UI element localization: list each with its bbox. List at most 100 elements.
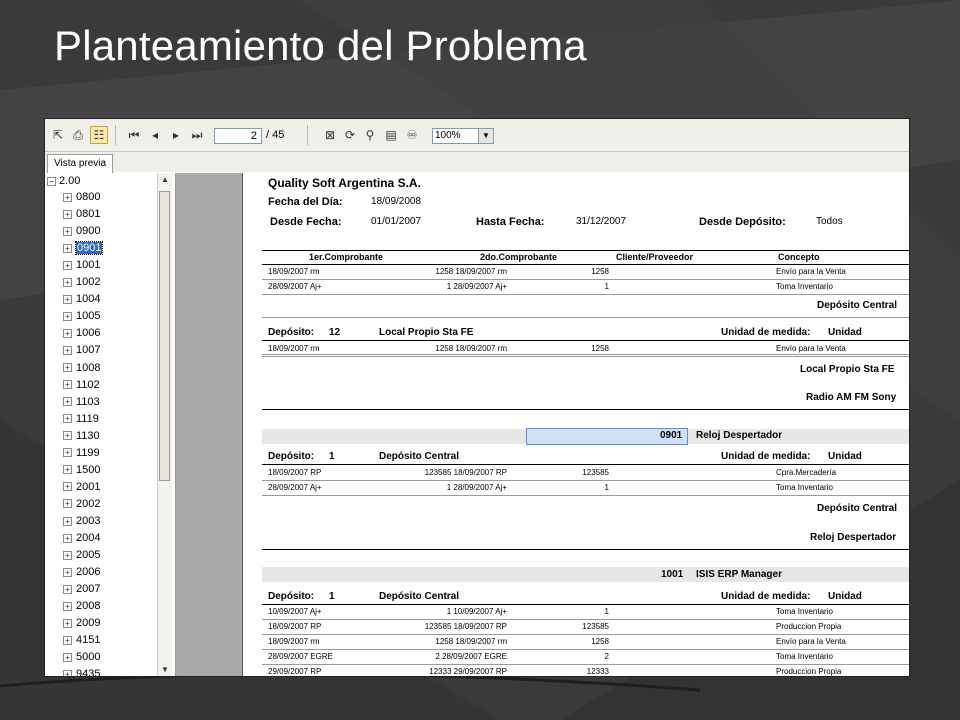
expand-icon[interactable]: +	[63, 448, 72, 458]
col-header-3: Cliente/Proveedor	[616, 252, 694, 262]
expand-icon[interactable]: +	[63, 499, 72, 509]
expand-icon[interactable]: +	[63, 414, 72, 424]
tree-item[interactable]: +1102	[63, 377, 100, 394]
zoom-select[interactable]: 100% ▼	[432, 128, 494, 144]
tree-item[interactable]: +1004	[63, 291, 100, 308]
tree-item[interactable]: +1007	[63, 342, 100, 359]
tree-item[interactable]: +2001	[63, 479, 100, 496]
expand-icon[interactable]: +	[63, 380, 72, 390]
expand-icon[interactable]: +	[63, 652, 72, 662]
expand-icon[interactable]: +	[63, 635, 72, 645]
row-cell: Envío para la Venta	[776, 344, 846, 353]
row-cell: Cpra.Mercadería	[776, 468, 837, 477]
expand-icon[interactable]: +	[63, 669, 72, 676]
tree-item[interactable]: +9435	[63, 666, 100, 676]
block4-um-label: Unidad de medida:	[721, 591, 811, 602]
group-tree-icon[interactable]: ☷	[90, 126, 108, 144]
row-cell: Produccion Propia	[776, 622, 842, 631]
tree-item[interactable]: +1500	[63, 462, 100, 479]
find-text-icon[interactable]: ▤	[382, 126, 400, 144]
scroll-thumb[interactable]	[159, 191, 170, 481]
scroll-down-icon[interactable]: ▼	[161, 665, 169, 674]
tree-root[interactable]: −2.00	[47, 175, 80, 187]
expand-icon[interactable]: +	[63, 311, 72, 321]
tree-scrollbar[interactable]: ▲ ▼	[157, 173, 172, 676]
tree-item[interactable]: +2007	[63, 581, 100, 598]
col-header-1: 1er.Comprobante	[309, 252, 384, 262]
expand-icon[interactable]: +	[63, 618, 72, 628]
row-cell: 18/09/2007 rm	[268, 267, 320, 276]
expand-icon[interactable]: +	[63, 482, 72, 492]
print-icon[interactable]: ⎙	[69, 126, 87, 144]
expand-icon[interactable]: +	[63, 243, 72, 253]
tree-item[interactable]: +1199	[63, 445, 100, 462]
row-cell: 1 10/09/2007 Aj+	[446, 607, 507, 616]
tree-item[interactable]: +0800	[63, 189, 100, 206]
tree-item[interactable]: +0900	[63, 223, 100, 240]
tree-item[interactable]: +5000	[63, 649, 100, 666]
tree-item[interactable]: +0901	[63, 240, 104, 257]
row-rule	[262, 664, 909, 665]
prev-page-icon[interactable]: ◂	[146, 126, 164, 144]
export-icon[interactable]: ⇱	[49, 126, 67, 144]
tree-item[interactable]: +1002	[63, 274, 100, 291]
close-report-icon[interactable]: ⊠	[321, 126, 339, 144]
expand-icon[interactable]: +	[63, 209, 72, 219]
expand-icon[interactable]: +	[63, 363, 72, 373]
expand-icon[interactable]: +	[63, 516, 72, 526]
expand-icon[interactable]: +	[63, 192, 72, 202]
expand-icon[interactable]: +	[63, 397, 72, 407]
hasta-label: Hasta Fecha:	[476, 216, 545, 228]
row-cell: Toma Inventario	[776, 652, 833, 661]
page-total: / 45	[266, 129, 285, 141]
tree-item[interactable]: +1008	[63, 360, 100, 377]
scroll-up-icon[interactable]: ▲	[161, 175, 169, 184]
expand-icon[interactable]: +	[63, 584, 72, 594]
expand-icon[interactable]: +	[63, 465, 72, 475]
block3-um-label: Unidad de medida:	[721, 451, 811, 462]
row-cell: 28/09/2007 EGRE	[268, 652, 333, 661]
tree-item[interactable]: +2009	[63, 615, 100, 632]
row-cell: 2 28/09/2007 EGRE	[435, 652, 507, 661]
tree-item[interactable]: +2004	[63, 530, 100, 547]
tree-item[interactable]: +2002	[63, 496, 100, 513]
expand-icon[interactable]: +	[63, 346, 72, 356]
tab-vista-previa[interactable]: Vista previa	[47, 154, 114, 173]
tree-item[interactable]: +4151	[63, 632, 100, 649]
tree-item[interactable]: +1130	[63, 428, 100, 445]
binoculars-icon[interactable]: ♾	[403, 126, 421, 144]
block4-dep-label: Depósito:	[268, 591, 315, 602]
next-page-icon[interactable]: ▸	[167, 126, 185, 144]
zoom-value: 100%	[435, 130, 461, 141]
tree-item[interactable]: +1119	[63, 411, 99, 428]
tree-item[interactable]: +1103	[63, 394, 100, 411]
expand-icon[interactable]: +	[63, 601, 72, 611]
chevron-down-icon[interactable]: ▼	[478, 129, 493, 143]
expand-icon[interactable]: +	[63, 294, 72, 304]
prod3-name: Reloj Despertador	[696, 430, 783, 441]
tree-item[interactable]: +1001	[63, 257, 100, 274]
expand-icon[interactable]: +	[63, 328, 72, 338]
tree-item[interactable]: +1005	[63, 308, 100, 325]
expand-icon[interactable]: +	[63, 533, 72, 543]
expand-icon[interactable]: +	[63, 431, 72, 441]
expand-icon[interactable]: +	[63, 260, 72, 270]
collapse-icon[interactable]: −	[47, 176, 56, 186]
tree-item[interactable]: +2005	[63, 547, 100, 564]
tree-item[interactable]: +2003	[63, 513, 100, 530]
tree-item[interactable]: +2006	[63, 564, 100, 581]
last-page-icon[interactable]: ⏭	[188, 126, 206, 144]
prod3-code: 0901	[660, 430, 683, 441]
expand-icon[interactable]: +	[63, 226, 72, 236]
search-expert-icon[interactable]: ⚲	[361, 126, 379, 144]
tree-item[interactable]: +2008	[63, 598, 100, 615]
refresh-icon[interactable]: ⟳	[341, 126, 359, 144]
first-page-icon[interactable]: ⏮	[125, 126, 143, 144]
page-number-input[interactable]: 2	[214, 128, 262, 144]
expand-icon[interactable]: +	[63, 567, 72, 577]
tree-item-label: 1005	[76, 310, 101, 323]
expand-icon[interactable]: +	[63, 277, 72, 287]
tree-item[interactable]: +0801	[63, 206, 100, 223]
expand-icon[interactable]: +	[63, 550, 72, 560]
tree-item[interactable]: +1006	[63, 325, 100, 342]
